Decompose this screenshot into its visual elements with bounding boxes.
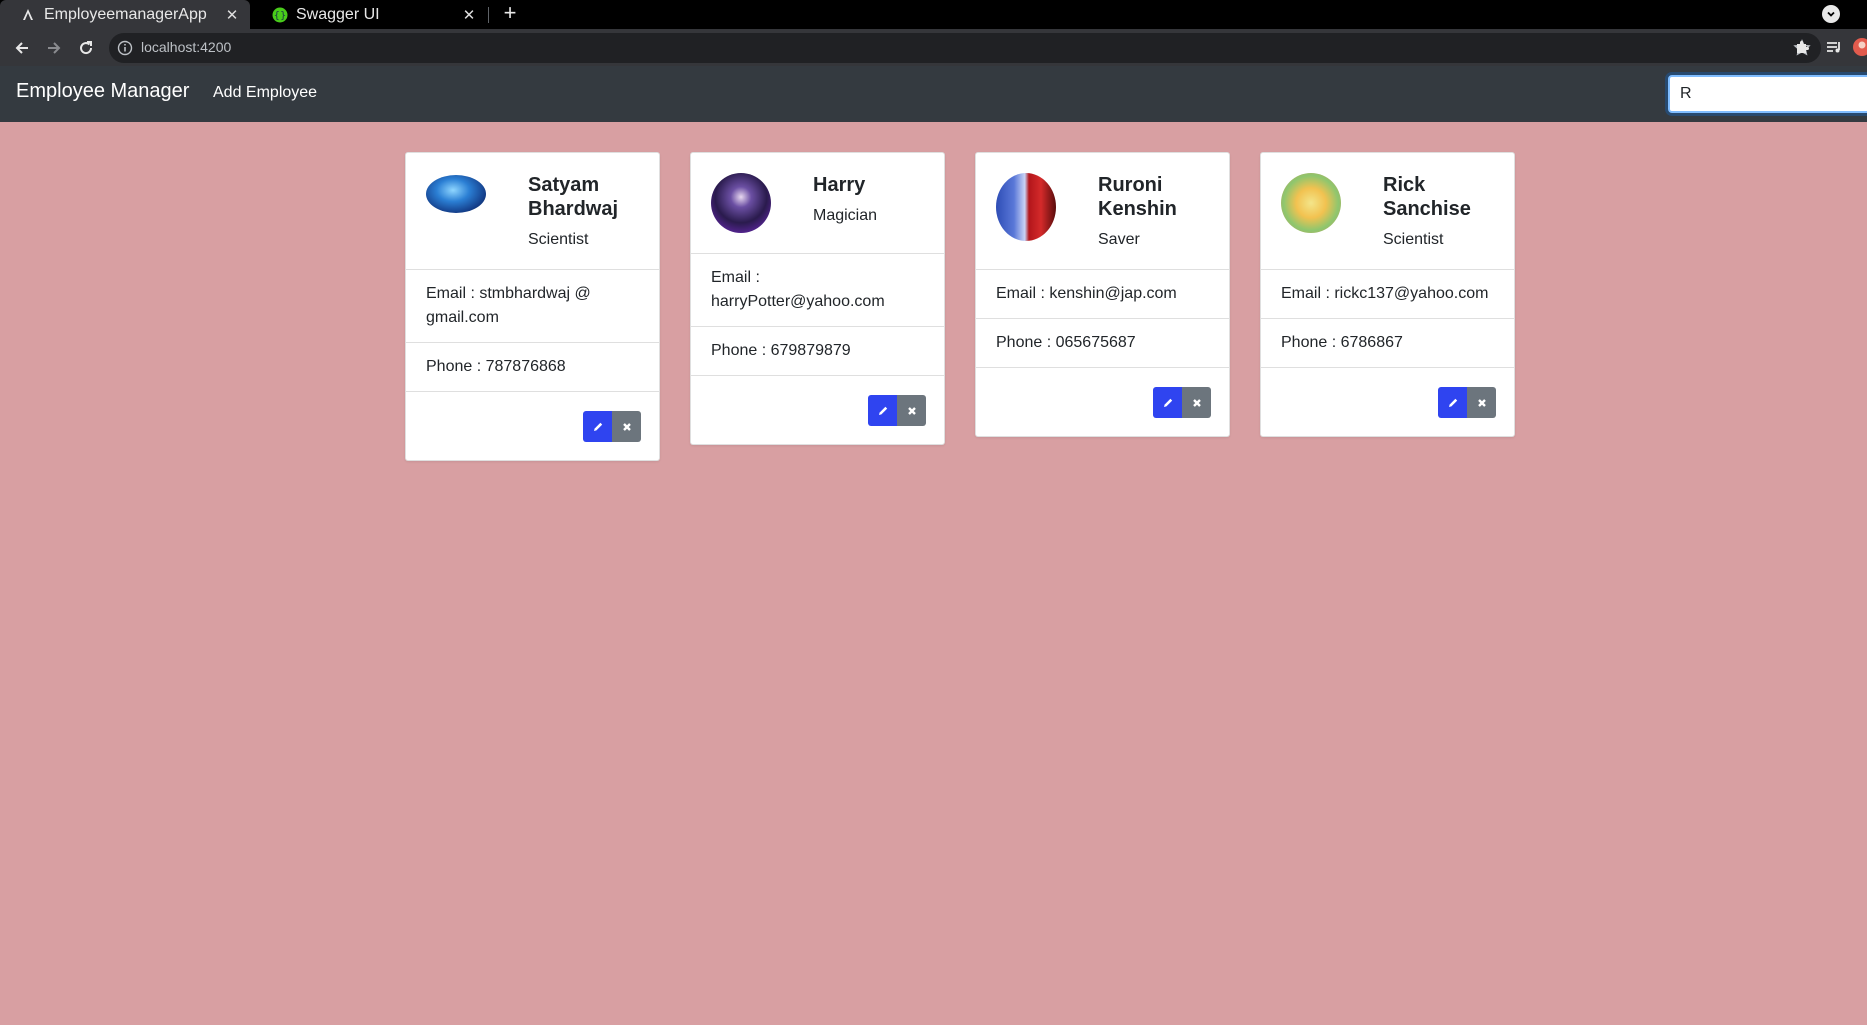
- employee-avatar: [1281, 173, 1341, 233]
- employee-job-title: Scientist: [528, 231, 589, 248]
- employee-name: Ruroni Kenshin: [1098, 174, 1177, 220]
- edit-button[interactable]: [868, 395, 897, 426]
- employee-avatar: [711, 173, 771, 233]
- employee-phone: Phone : 679879879: [691, 327, 944, 376]
- employee-email: Email : harryPotter@yahoo.com: [691, 254, 944, 327]
- pencil-icon: [593, 422, 602, 431]
- address-url: localhost:4200: [141, 39, 232, 55]
- extensions-puzzle-icon[interactable]: [1792, 37, 1812, 57]
- employee-phone: Phone : 6786867: [1261, 319, 1514, 368]
- card-footer: [691, 376, 944, 444]
- tab-title: EmployeemanagerApp: [44, 5, 207, 23]
- svg-text:{}: {}: [274, 10, 287, 21]
- navbar-brand[interactable]: Employee Manager: [16, 80, 189, 103]
- browser-tab-strip: EmployeemanagerApp ✕ {} Swagger UI ✕ +: [0, 0, 1867, 29]
- card-footer: [1261, 368, 1514, 436]
- employee-job-title: Scientist: [1383, 231, 1444, 248]
- add-employee-link[interactable]: Add Employee: [213, 84, 317, 102]
- employee-avatar: [426, 175, 486, 213]
- employee-card: Harry Magician Email : harryPotter@yahoo…: [690, 152, 945, 445]
- close-tab-icon[interactable]: ✕: [459, 5, 479, 25]
- tab-search-icon[interactable]: [1822, 5, 1840, 23]
- edit-button[interactable]: [1438, 387, 1467, 418]
- card-header: Satyam Bhardwaj Scientist: [406, 153, 659, 270]
- close-icon: [1192, 398, 1201, 407]
- pencil-icon: [1448, 398, 1457, 407]
- new-tab-icon[interactable]: +: [498, 2, 522, 26]
- swagger-icon: {}: [272, 7, 288, 23]
- employee-avatar: [996, 173, 1056, 241]
- card-footer: [406, 392, 659, 460]
- edit-button[interactable]: [583, 411, 612, 442]
- close-icon: [1477, 398, 1486, 407]
- browser-tab-employeemanager[interactable]: EmployeemanagerApp ✕: [0, 0, 250, 29]
- action-button-group: [868, 395, 926, 426]
- employee-card: Satyam Bhardwaj Scientist Email : stmbha…: [405, 152, 660, 461]
- action-button-group: [583, 411, 641, 442]
- browser-toolbar: localhost:4200: [0, 29, 1867, 66]
- profile-avatar[interactable]: [1852, 37, 1867, 57]
- employee-email: Email : kenshin@jap.com: [976, 270, 1229, 319]
- employee-job-title: Saver: [1098, 231, 1140, 248]
- delete-button[interactable]: [1182, 387, 1211, 418]
- employee-phone: Phone : 787876868: [406, 343, 659, 392]
- forward-icon[interactable]: [41, 35, 67, 61]
- tab-title: Swagger UI: [296, 5, 380, 23]
- employee-name: Harry: [813, 174, 866, 196]
- delete-button[interactable]: [612, 411, 641, 442]
- pencil-icon: [878, 406, 887, 415]
- action-button-group: [1153, 387, 1211, 418]
- employee-email: Email : stmbhardwaj @ gmail.com: [406, 270, 659, 343]
- employee-card: Ruroni Kenshin Saver Email : kenshin@jap…: [975, 152, 1230, 437]
- employee-email: Email : rickc137@yahoo.com: [1261, 270, 1514, 319]
- address-bar[interactable]: localhost:4200: [109, 33, 1821, 63]
- card-header: Harry Magician: [691, 153, 944, 254]
- media-queue-icon[interactable]: [1824, 37, 1844, 57]
- edit-button[interactable]: [1153, 387, 1182, 418]
- employee-phone: Phone : 065675687: [976, 319, 1229, 368]
- close-icon: [907, 406, 916, 415]
- delete-button[interactable]: [897, 395, 926, 426]
- card-footer: [976, 368, 1229, 436]
- site-info-icon[interactable]: [117, 40, 133, 56]
- employee-name: Satyam Bhardwaj: [528, 174, 619, 220]
- pencil-icon: [1163, 398, 1172, 407]
- close-tab-icon[interactable]: ✕: [222, 5, 242, 25]
- back-icon[interactable]: [9, 35, 35, 61]
- browser-tab-swagger[interactable]: {} Swagger UI ✕: [252, 0, 487, 29]
- close-icon: [622, 422, 631, 431]
- tab-separator: [488, 7, 489, 23]
- delete-button[interactable]: [1467, 387, 1496, 418]
- angular-icon: [20, 7, 36, 23]
- search-input[interactable]: [1668, 75, 1867, 113]
- employee-card: Rick Sanchise Scientist Email : rickc137…: [1260, 152, 1515, 437]
- employee-job-title: Magician: [813, 207, 878, 224]
- card-header: Rick Sanchise Scientist: [1261, 153, 1514, 270]
- employee-name: Rick Sanchise: [1383, 174, 1471, 220]
- action-button-group: [1438, 387, 1496, 418]
- app-navbar: Employee Manager Add Employee: [0, 66, 1867, 122]
- reload-icon[interactable]: [73, 35, 99, 61]
- card-header: Ruroni Kenshin Saver: [976, 153, 1229, 270]
